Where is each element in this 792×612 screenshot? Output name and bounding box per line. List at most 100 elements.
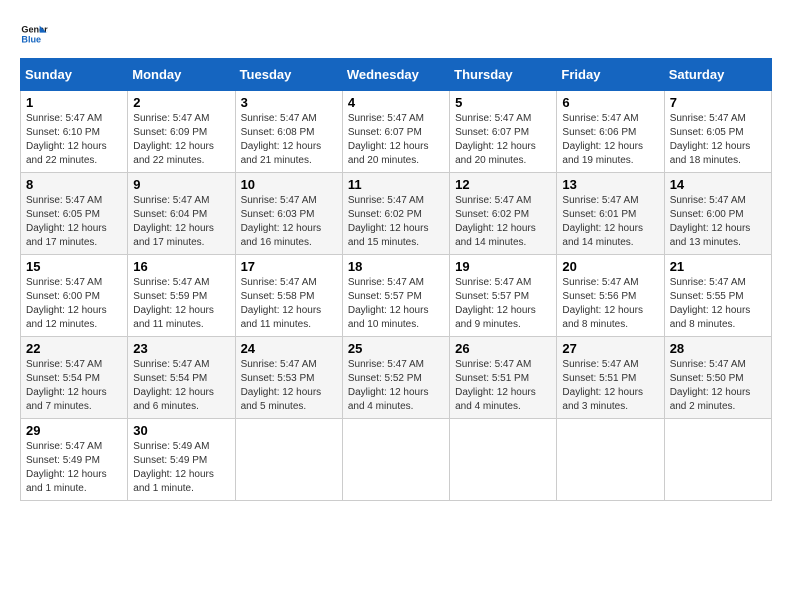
day-number: 22 bbox=[26, 341, 122, 356]
day-number: 13 bbox=[562, 177, 658, 192]
calendar-cell: 6 Sunrise: 5:47 AMSunset: 6:06 PMDayligh… bbox=[557, 91, 664, 173]
svg-text:Blue: Blue bbox=[21, 34, 41, 44]
calendar-week-row: 8 Sunrise: 5:47 AMSunset: 6:05 PMDayligh… bbox=[21, 173, 772, 255]
calendar-cell: 5 Sunrise: 5:47 AMSunset: 6:07 PMDayligh… bbox=[450, 91, 557, 173]
day-detail: Sunrise: 5:47 AMSunset: 6:00 PMDaylight:… bbox=[26, 276, 122, 332]
day-detail: Sunrise: 5:47 AMSunset: 5:52 PMDaylight:… bbox=[348, 358, 444, 414]
day-detail: Sunrise: 5:47 AMSunset: 5:50 PMDaylight:… bbox=[670, 358, 766, 414]
calendar-cell: 14 Sunrise: 5:47 AMSunset: 6:00 PMDaylig… bbox=[664, 173, 771, 255]
day-detail: Sunrise: 5:47 AMSunset: 5:49 PMDaylight:… bbox=[26, 440, 122, 496]
header-friday: Friday bbox=[557, 59, 664, 91]
day-number: 12 bbox=[455, 177, 551, 192]
calendar-cell: 20 Sunrise: 5:47 AMSunset: 5:56 PMDaylig… bbox=[557, 255, 664, 337]
day-detail: Sunrise: 5:47 AMSunset: 6:05 PMDaylight:… bbox=[670, 112, 766, 168]
day-number: 29 bbox=[26, 423, 122, 438]
day-detail: Sunrise: 5:47 AMSunset: 6:07 PMDaylight:… bbox=[455, 112, 551, 168]
day-number: 4 bbox=[348, 95, 444, 110]
day-number: 28 bbox=[670, 341, 766, 356]
calendar-cell: 3 Sunrise: 5:47 AMSunset: 6:08 PMDayligh… bbox=[235, 91, 342, 173]
day-detail: Sunrise: 5:47 AMSunset: 6:10 PMDaylight:… bbox=[26, 112, 122, 168]
day-number: 6 bbox=[562, 95, 658, 110]
day-number: 21 bbox=[670, 259, 766, 274]
day-number: 2 bbox=[133, 95, 229, 110]
day-number: 10 bbox=[241, 177, 337, 192]
day-detail: Sunrise: 5:47 AMSunset: 6:02 PMDaylight:… bbox=[348, 194, 444, 250]
day-detail: Sunrise: 5:47 AMSunset: 6:01 PMDaylight:… bbox=[562, 194, 658, 250]
day-detail: Sunrise: 5:47 AMSunset: 5:57 PMDaylight:… bbox=[348, 276, 444, 332]
day-detail: Sunrise: 5:47 AMSunset: 6:07 PMDaylight:… bbox=[348, 112, 444, 168]
day-number: 23 bbox=[133, 341, 229, 356]
calendar-cell: 17 Sunrise: 5:47 AMSunset: 5:58 PMDaylig… bbox=[235, 255, 342, 337]
day-detail: Sunrise: 5:49 AMSunset: 5:49 PMDaylight:… bbox=[133, 440, 229, 496]
logo: General Blue bbox=[20, 20, 52, 48]
day-number: 14 bbox=[670, 177, 766, 192]
calendar-cell: 16 Sunrise: 5:47 AMSunset: 5:59 PMDaylig… bbox=[128, 255, 235, 337]
day-number: 11 bbox=[348, 177, 444, 192]
header-monday: Monday bbox=[128, 59, 235, 91]
day-number: 1 bbox=[26, 95, 122, 110]
calendar-cell: 4 Sunrise: 5:47 AMSunset: 6:07 PMDayligh… bbox=[342, 91, 449, 173]
calendar-cell: 9 Sunrise: 5:47 AMSunset: 6:04 PMDayligh… bbox=[128, 173, 235, 255]
calendar-table: SundayMondayTuesdayWednesdayThursdayFrid… bbox=[20, 58, 772, 501]
day-detail: Sunrise: 5:47 AMSunset: 6:09 PMDaylight:… bbox=[133, 112, 229, 168]
calendar-week-row: 1 Sunrise: 5:47 AMSunset: 6:10 PMDayligh… bbox=[21, 91, 772, 173]
calendar-cell: 30 Sunrise: 5:49 AMSunset: 5:49 PMDaylig… bbox=[128, 419, 235, 501]
calendar-cell: 27 Sunrise: 5:47 AMSunset: 5:51 PMDaylig… bbox=[557, 337, 664, 419]
day-number: 3 bbox=[241, 95, 337, 110]
logo-icon: General Blue bbox=[20, 20, 48, 48]
calendar-week-row: 29 Sunrise: 5:47 AMSunset: 5:49 PMDaylig… bbox=[21, 419, 772, 501]
day-detail: Sunrise: 5:47 AMSunset: 5:56 PMDaylight:… bbox=[562, 276, 658, 332]
calendar-cell: 11 Sunrise: 5:47 AMSunset: 6:02 PMDaylig… bbox=[342, 173, 449, 255]
page-header: General Blue bbox=[20, 20, 772, 48]
calendar-cell bbox=[664, 419, 771, 501]
svg-text:General: General bbox=[21, 25, 48, 35]
calendar-cell: 28 Sunrise: 5:47 AMSunset: 5:50 PMDaylig… bbox=[664, 337, 771, 419]
day-detail: Sunrise: 5:47 AMSunset: 6:06 PMDaylight:… bbox=[562, 112, 658, 168]
header-saturday: Saturday bbox=[664, 59, 771, 91]
header-wednesday: Wednesday bbox=[342, 59, 449, 91]
calendar-cell bbox=[450, 419, 557, 501]
calendar-cell: 26 Sunrise: 5:47 AMSunset: 5:51 PMDaylig… bbox=[450, 337, 557, 419]
day-detail: Sunrise: 5:47 AMSunset: 5:51 PMDaylight:… bbox=[562, 358, 658, 414]
calendar-cell: 24 Sunrise: 5:47 AMSunset: 5:53 PMDaylig… bbox=[235, 337, 342, 419]
day-number: 15 bbox=[26, 259, 122, 274]
day-detail: Sunrise: 5:47 AMSunset: 6:00 PMDaylight:… bbox=[670, 194, 766, 250]
calendar-cell: 12 Sunrise: 5:47 AMSunset: 6:02 PMDaylig… bbox=[450, 173, 557, 255]
day-number: 24 bbox=[241, 341, 337, 356]
day-number: 27 bbox=[562, 341, 658, 356]
day-detail: Sunrise: 5:47 AMSunset: 5:51 PMDaylight:… bbox=[455, 358, 551, 414]
calendar-cell: 19 Sunrise: 5:47 AMSunset: 5:57 PMDaylig… bbox=[450, 255, 557, 337]
day-detail: Sunrise: 5:47 AMSunset: 6:08 PMDaylight:… bbox=[241, 112, 337, 168]
calendar-cell: 18 Sunrise: 5:47 AMSunset: 5:57 PMDaylig… bbox=[342, 255, 449, 337]
calendar-cell: 1 Sunrise: 5:47 AMSunset: 6:10 PMDayligh… bbox=[21, 91, 128, 173]
day-detail: Sunrise: 5:47 AMSunset: 5:57 PMDaylight:… bbox=[455, 276, 551, 332]
day-number: 16 bbox=[133, 259, 229, 274]
calendar-cell: 15 Sunrise: 5:47 AMSunset: 6:00 PMDaylig… bbox=[21, 255, 128, 337]
calendar-cell: 8 Sunrise: 5:47 AMSunset: 6:05 PMDayligh… bbox=[21, 173, 128, 255]
day-number: 9 bbox=[133, 177, 229, 192]
day-number: 5 bbox=[455, 95, 551, 110]
header-tuesday: Tuesday bbox=[235, 59, 342, 91]
header-sunday: Sunday bbox=[21, 59, 128, 91]
calendar-week-row: 15 Sunrise: 5:47 AMSunset: 6:00 PMDaylig… bbox=[21, 255, 772, 337]
calendar-week-row: 22 Sunrise: 5:47 AMSunset: 5:54 PMDaylig… bbox=[21, 337, 772, 419]
day-number: 18 bbox=[348, 259, 444, 274]
day-number: 25 bbox=[348, 341, 444, 356]
calendar-cell bbox=[342, 419, 449, 501]
calendar-header-row: SundayMondayTuesdayWednesdayThursdayFrid… bbox=[21, 59, 772, 91]
calendar-cell: 22 Sunrise: 5:47 AMSunset: 5:54 PMDaylig… bbox=[21, 337, 128, 419]
calendar-cell bbox=[557, 419, 664, 501]
day-number: 7 bbox=[670, 95, 766, 110]
calendar-cell: 2 Sunrise: 5:47 AMSunset: 6:09 PMDayligh… bbox=[128, 91, 235, 173]
calendar-cell: 29 Sunrise: 5:47 AMSunset: 5:49 PMDaylig… bbox=[21, 419, 128, 501]
header-thursday: Thursday bbox=[450, 59, 557, 91]
day-number: 26 bbox=[455, 341, 551, 356]
day-detail: Sunrise: 5:47 AMSunset: 5:55 PMDaylight:… bbox=[670, 276, 766, 332]
day-detail: Sunrise: 5:47 AMSunset: 5:54 PMDaylight:… bbox=[133, 358, 229, 414]
day-detail: Sunrise: 5:47 AMSunset: 6:03 PMDaylight:… bbox=[241, 194, 337, 250]
calendar-cell: 13 Sunrise: 5:47 AMSunset: 6:01 PMDaylig… bbox=[557, 173, 664, 255]
day-detail: Sunrise: 5:47 AMSunset: 5:53 PMDaylight:… bbox=[241, 358, 337, 414]
day-number: 30 bbox=[133, 423, 229, 438]
day-detail: Sunrise: 5:47 AMSunset: 6:02 PMDaylight:… bbox=[455, 194, 551, 250]
day-detail: Sunrise: 5:47 AMSunset: 5:58 PMDaylight:… bbox=[241, 276, 337, 332]
